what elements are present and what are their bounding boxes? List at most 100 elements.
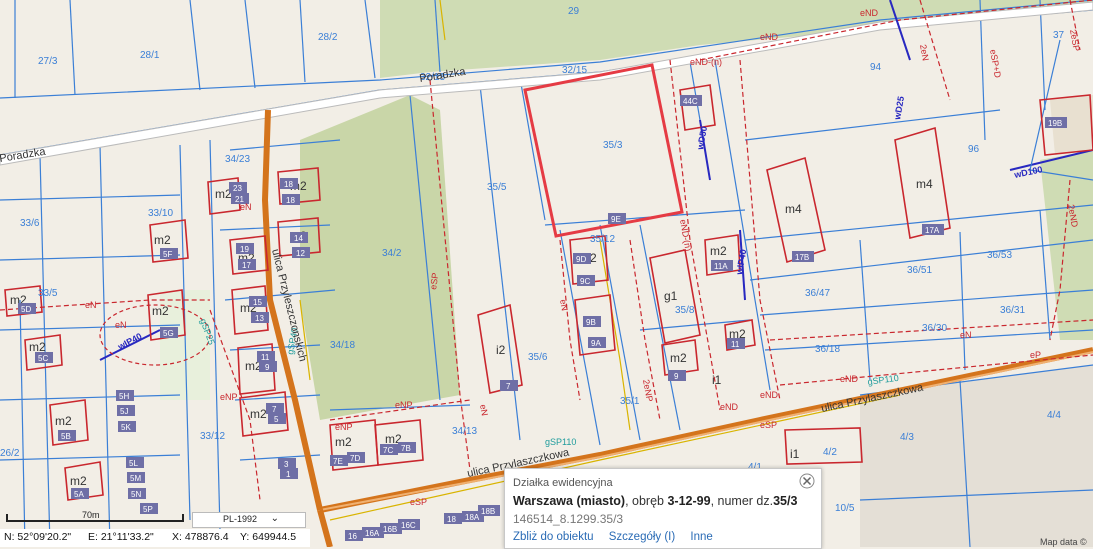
svg-text:5: 5 (274, 415, 279, 424)
svg-text:5M: 5M (130, 474, 141, 483)
svg-text:35/12: 35/12 (590, 234, 615, 245)
svg-text:36/47: 36/47 (805, 288, 830, 299)
svg-text:34/18: 34/18 (330, 340, 355, 351)
scale-tick-left (6, 514, 8, 522)
svg-text:eND: eND (760, 32, 779, 42)
svg-text:i1: i1 (790, 447, 800, 461)
svg-text:34/23: 34/23 (225, 154, 250, 165)
svg-text:18B: 18B (481, 507, 495, 516)
svg-text:19: 19 (240, 245, 249, 254)
cadastral-map[interactable]: m4 m4 g1 i2 i1 m2 m2 m2 m2 m2 m2 m2 m2 m… (0, 0, 1093, 547)
svg-text:28/1: 28/1 (140, 50, 160, 61)
svg-text:5G: 5G (163, 329, 174, 338)
popup-identifier: 146514_8.1299.35/3 (513, 512, 624, 526)
svg-text:5B: 5B (61, 432, 71, 441)
svg-text:7B: 7B (401, 444, 411, 453)
other-link[interactable]: Inne (690, 531, 712, 543)
popup-obreb: 3-12-99 (667, 494, 711, 508)
svg-text:11A: 11A (714, 262, 728, 271)
svg-text:9E: 9E (611, 215, 621, 224)
svg-text:36/30: 36/30 (922, 323, 947, 334)
svg-text:13: 13 (255, 314, 264, 323)
popup-numer-label: , numer dz. (710, 494, 774, 508)
svg-text:m2: m2 (29, 340, 46, 354)
svg-text:36/31: 36/31 (1000, 305, 1025, 316)
svg-text:12: 12 (296, 249, 305, 258)
svg-text:eN: eN (85, 300, 97, 310)
svg-text:5N: 5N (131, 490, 141, 499)
svg-text:35/3: 35/3 (603, 140, 623, 151)
svg-text:eN: eN (115, 320, 127, 330)
svg-text:eNP: eNP (335, 422, 353, 432)
svg-text:17A: 17A (925, 226, 940, 235)
svg-text:m4: m4 (785, 202, 802, 216)
svg-text:m2: m2 (70, 474, 87, 488)
svg-text:3: 3 (284, 460, 289, 469)
svg-text:14: 14 (294, 234, 303, 243)
svg-text:5H: 5H (119, 392, 129, 401)
popup-title: Działka ewidencyjna (513, 477, 613, 489)
svg-text:34/2: 34/2 (382, 248, 402, 259)
zoom-to-object-link[interactable]: Zbliż do obiektu (513, 531, 594, 543)
svg-text:16B: 16B (383, 525, 397, 534)
scale-tick-right (182, 514, 184, 522)
svg-text:33/5: 33/5 (38, 288, 58, 299)
svg-text:16A: 16A (365, 529, 380, 538)
svg-text:18: 18 (447, 515, 456, 524)
close-icon[interactable] (799, 473, 815, 489)
svg-text:4/3: 4/3 (900, 432, 914, 443)
popup-city: Warszawa (miasto) (513, 494, 626, 508)
svg-text:5C: 5C (38, 354, 48, 363)
crs-select[interactable]: PL-1992 ⌄ (192, 512, 306, 528)
svg-text:m2: m2 (335, 435, 352, 449)
svg-text:96: 96 (968, 144, 980, 155)
svg-text:28/2: 28/2 (318, 32, 338, 43)
svg-text:7C: 7C (383, 446, 393, 455)
svg-text:17B: 17B (795, 253, 809, 262)
svg-text:m2: m2 (154, 233, 171, 247)
svg-text:33/12: 33/12 (200, 431, 225, 442)
svg-text:27/3: 27/3 (38, 56, 58, 67)
svg-text:29: 29 (568, 6, 580, 17)
svg-text:36/53: 36/53 (987, 250, 1012, 261)
svg-text:m2: m2 (152, 304, 169, 318)
details-link[interactable]: Szczegóły (I) (609, 531, 675, 543)
svg-text:4/2: 4/2 (823, 447, 837, 458)
svg-text:16: 16 (348, 532, 357, 541)
svg-text:eND: eND (760, 390, 779, 400)
svg-text:36/51: 36/51 (907, 265, 932, 276)
crs-value: PL-1992 (223, 514, 258, 524)
svg-text:eN: eN (240, 202, 252, 212)
svg-text:1: 1 (286, 470, 291, 479)
coordinates-bar: N: 52°09'20.2" E: 21°11'33.2" X: 478876.… (0, 529, 310, 547)
svg-text:19B: 19B (1048, 119, 1062, 128)
svg-text:eSP: eSP (760, 420, 777, 430)
svg-text:4/4: 4/4 (1047, 410, 1061, 421)
svg-text:5J: 5J (120, 407, 128, 416)
scale-line (6, 520, 184, 522)
svg-text:16C: 16C (401, 521, 416, 530)
coord-n: N: 52°09'20.2" (4, 531, 72, 543)
svg-text:32/15: 32/15 (562, 65, 587, 76)
svg-text:eNP: eNP (220, 392, 238, 402)
coord-y: Y: 649944.5 (240, 531, 297, 543)
svg-text:36/18: 36/18 (815, 344, 840, 355)
svg-text:11: 11 (261, 353, 270, 362)
popup-main-line: Warszawa (miasto), obręb 3-12-99, numer … (513, 494, 797, 508)
svg-text:g1: g1 (664, 289, 678, 303)
svg-text:35/1: 35/1 (620, 396, 640, 407)
svg-text:9: 9 (265, 363, 270, 372)
svg-text:37: 37 (1053, 30, 1065, 41)
svg-text:18: 18 (286, 196, 295, 205)
svg-text:18: 18 (284, 180, 293, 189)
svg-text:10/5: 10/5 (835, 503, 855, 514)
svg-text:m2: m2 (710, 244, 727, 258)
svg-text:23: 23 (233, 184, 242, 193)
svg-text:9D: 9D (576, 255, 586, 264)
map-attribution: Map data © (1040, 537, 1087, 547)
svg-text:7: 7 (506, 382, 511, 391)
svg-text:eP: eP (1030, 350, 1041, 360)
svg-text:m4: m4 (916, 177, 933, 191)
svg-text:7E: 7E (333, 457, 343, 466)
svg-text:gSP110: gSP110 (545, 437, 576, 447)
